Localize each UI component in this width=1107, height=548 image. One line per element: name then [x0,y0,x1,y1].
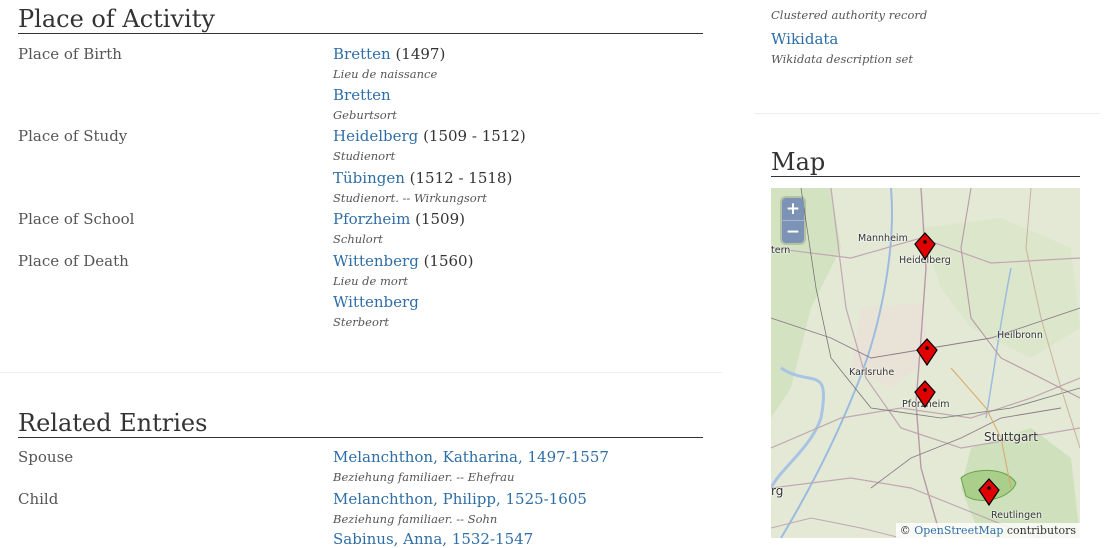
map-pin-icon[interactable] [914,232,936,260]
map-attribution: © OpenStreetMap contributors [895,523,1080,538]
map-pin-icon[interactable] [914,380,936,408]
section-title-place-of-activity: Place of Activity [18,5,215,33]
entry-years: (1509 - 1512) [423,127,526,145]
link-bretten[interactable]: Bretten [333,45,391,63]
link-wikidata[interactable]: Wikidata [771,30,838,48]
entry-death-1: Wittenberg (1560) [333,252,473,270]
link-wittenberg[interactable]: Wittenberg [333,293,419,311]
sidebar: Clustered authority record Wikidata Wiki… [755,0,1107,538]
link-openstreetmap[interactable]: OpenStreetMap [914,524,1003,537]
attribution-contributors: contributors [1006,524,1076,537]
link-sabinus-anna[interactable]: Sabinus, Anna, 1532-1547 [333,530,533,548]
note-wikidata-description: Wikidata description set [771,52,913,66]
note-clustered-authority: Clustered authority record [771,8,928,22]
label-spouse: Spouse [18,448,74,466]
note-ehefrau: Beziehung familiaer. -- Ehefrau [333,470,515,484]
note-geburtsort: Geburtsort [333,108,397,122]
entry-birth-1: Bretten (1497) [333,45,445,63]
label-place-of-school: Place of School [18,210,135,228]
entry-wikidata: Wikidata [771,30,838,48]
link-melanchthon-katharina[interactable]: Melanchthon, Katharina, 1497-1557 [333,448,609,466]
map-title: Map [771,148,826,176]
note-lieu-de-naissance: Lieu de naissance [333,67,438,81]
entry-years: (1497) [395,45,446,63]
entry-child-2: Sabinus, Anna, 1532-1547 [333,530,533,548]
map-title-rule [771,176,1080,177]
note-studienort: Studienort [333,149,396,163]
link-wittenberg[interactable]: Wittenberg [333,252,419,270]
note-sterbeort: Sterbeort [333,315,390,329]
map-pin-icon[interactable] [978,478,1000,506]
map-view[interactable]: + − Mannheim Heidelberg Heilbronn Karlsr… [771,188,1080,538]
entry-study-2: Tübingen (1512 - 1518) [333,169,512,187]
link-tuebingen[interactable]: Tübingen [333,169,405,187]
note-schulort: Schulort [333,232,383,246]
map-label-mannheim: Mannheim [858,233,908,244]
zoom-out-button[interactable]: − [782,220,804,243]
label-place-of-birth: Place of Birth [18,45,122,63]
label-place-of-study: Place of Study [18,127,128,145]
sidebar-divider [755,113,1100,114]
entry-child-1: Melanchthon, Philipp, 1525-1605 [333,490,587,508]
map-label-reutlingen: Reutlingen [991,510,1042,521]
entry-years: (1512 - 1518) [409,169,513,187]
note-sohn: Beziehung familiaer. -- Sohn [333,512,498,526]
label-child: Child [18,490,59,508]
map-pin-icon[interactable] [916,338,938,366]
map-label-edge-rg: rg [771,484,784,498]
section-rule [18,437,703,438]
map-label-karlsruhe: Karlsruhe [849,367,895,378]
map-label-stuttgart: Stuttgart [984,430,1038,444]
zoom-control: + − [782,198,804,243]
map-label-edge-tern: tern [771,245,791,256]
section-divider [0,372,722,373]
entry-birth-2: Bretten [333,86,391,104]
entry-years: (1560) [423,252,474,270]
entry-years: (1509) [415,210,465,228]
entry-spouse: Melanchthon, Katharina, 1497-1557 [333,448,609,466]
link-bretten[interactable]: Bretten [333,86,391,104]
zoom-in-button[interactable]: + [782,198,804,220]
attribution-copyright: © [899,524,911,537]
section-title-related-entries: Related Entries [18,409,208,437]
note-studienort-wirkungsort: Studienort. -- Wirkungsort [333,191,487,205]
map-label-heilbronn: Heilbronn [997,330,1043,341]
link-melanchthon-philipp[interactable]: Melanchthon, Philipp, 1525-1605 [333,490,587,508]
entry-school-1: Pforzheim (1509) [333,210,465,228]
link-pforzheim[interactable]: Pforzheim [333,210,410,228]
label-place-of-death: Place of Death [18,252,129,270]
entry-death-2: Wittenberg [333,293,419,311]
entry-study-1: Heidelberg (1509 - 1512) [333,127,526,145]
note-lieu-de-mort: Lieu de mort [333,274,408,288]
link-heidelberg[interactable]: Heidelberg [333,127,418,145]
section-rule [18,33,703,34]
